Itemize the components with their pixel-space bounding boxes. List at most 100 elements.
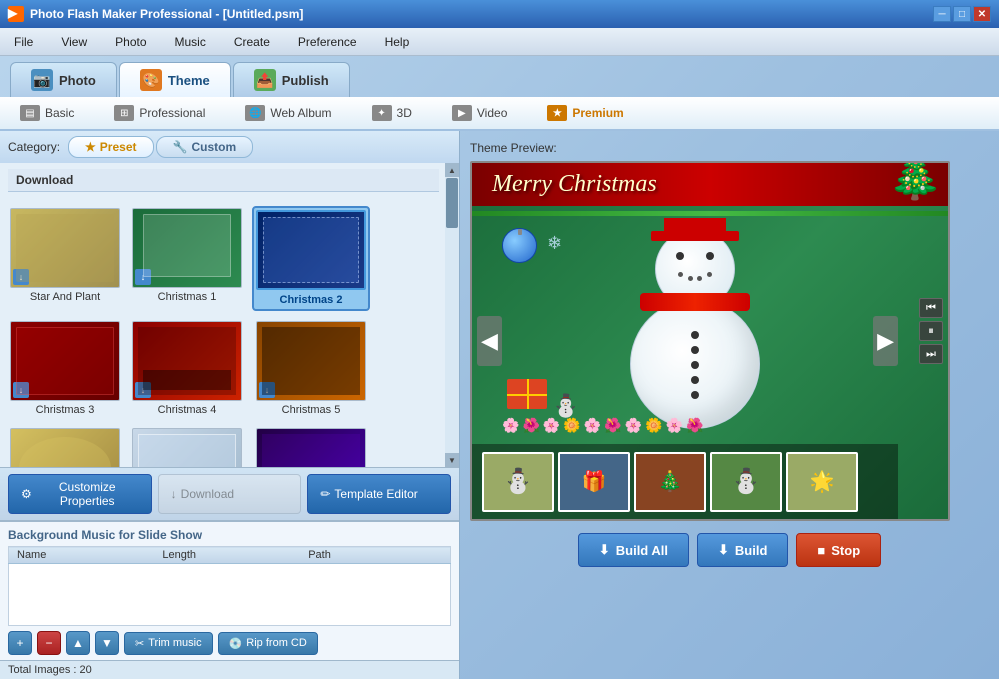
webalbum-icon: 🌐 xyxy=(245,105,265,121)
theme-item-row3a[interactable]: ↓ xyxy=(8,426,122,467)
star-icon: ★ xyxy=(85,140,96,154)
download-button[interactable]: ↓ Download xyxy=(158,474,302,514)
theme-thumb-row3b: ↓ xyxy=(132,428,242,467)
custom-tab[interactable]: 🔧 Custom xyxy=(156,136,254,158)
video-icon: ▶ xyxy=(452,105,472,121)
window-title: Photo Flash Maker Professional - [Untitl… xyxy=(30,7,933,21)
menu-music[interactable]: Music xyxy=(169,33,212,51)
add-music-button[interactable]: + xyxy=(8,631,32,655)
snowman-smile-2 xyxy=(688,276,693,281)
theme-item-star[interactable]: ↓ Star And Plant xyxy=(8,206,122,311)
body-button-2 xyxy=(691,346,699,354)
template-editor-button[interactable]: ✏ Template Editor xyxy=(307,474,451,514)
minimize-button[interactable]: ─ xyxy=(933,6,951,22)
theme-item-xmas1[interactable]: ↓ Christmas 1 xyxy=(130,206,244,311)
preset-tab[interactable]: ★ Preset xyxy=(68,136,153,158)
photo-thumb-1: ⛄ xyxy=(482,452,554,512)
3d-icon: ✦ xyxy=(372,105,392,121)
photo-thumb-5: 🌟 xyxy=(786,452,858,512)
theme-thumb-star: ↓ xyxy=(10,208,120,288)
preview-container: Merry Christmas 🎄 xyxy=(470,161,950,521)
theme-item-xmas5[interactable]: ↓ Christmas 5 xyxy=(252,319,370,418)
move-up-music-button[interactable]: ▲ xyxy=(66,631,90,655)
music-table: Name Length Path xyxy=(8,546,451,626)
snowman-hat-brim xyxy=(651,231,739,241)
customize-properties-button[interactable]: ⚙ Customize Properties xyxy=(8,474,152,514)
wrench-icon: 🔧 xyxy=(173,140,188,154)
theme-thumb-row3a: ↓ xyxy=(10,428,120,467)
build-button[interactable]: ⬇ Build xyxy=(697,533,788,567)
music-section-title: Background Music for Slide Show xyxy=(8,528,451,542)
basic-icon: ▤ xyxy=(20,105,40,121)
snowman-scarf xyxy=(640,293,750,311)
theme-item-xmas4[interactable]: ↓ Christmas 4 xyxy=(130,319,244,418)
trim-label: Trim music xyxy=(148,637,201,649)
subnav-basic[interactable]: ▤ Basic xyxy=(10,101,84,125)
scroll-up-btn[interactable]: ▲ xyxy=(445,163,459,177)
preview-title: Merry Christmas xyxy=(492,171,657,197)
scroll-down-btn[interactable]: ▼ xyxy=(445,453,459,467)
build-icon: ⬇ xyxy=(718,542,729,558)
preview-label: Theme Preview: xyxy=(470,141,557,155)
menu-preference[interactable]: Preference xyxy=(292,33,363,51)
subnav-webalbum[interactable]: 🌐 Web Album xyxy=(235,101,341,125)
tab-theme[interactable]: 🎨 Theme xyxy=(119,62,231,97)
skip-last-btn[interactable]: ⏭ xyxy=(919,344,943,364)
skip-first-btn[interactable]: ⏮ xyxy=(919,298,943,318)
subnav-3d[interactable]: ✦ 3D xyxy=(362,101,422,125)
move-down-music-button[interactable]: ▼ xyxy=(95,631,119,655)
rip-cd-button[interactable]: 💿 Rip from CD xyxy=(218,632,318,655)
theme-name-xmas2: Christmas 2 xyxy=(276,293,347,307)
build-all-button[interactable]: ⬇ Build All xyxy=(578,533,689,567)
tab-photo[interactable]: 📷 Photo xyxy=(10,62,117,97)
publish-tab-icon: 📤 xyxy=(254,69,276,91)
main-content: 📷 Photo 🎨 Theme 📤 Publish ▤ Basic ⊞ Prof… xyxy=(0,56,999,679)
download-icon: ↓ xyxy=(171,487,177,501)
customize-label: Customize Properties xyxy=(36,480,139,508)
theme-item-row3b[interactable]: ↓ xyxy=(130,426,244,467)
tab-publish[interactable]: 📤 Publish xyxy=(233,62,350,97)
theme-name-star: Star And Plant xyxy=(30,291,100,303)
menu-help[interactable]: Help xyxy=(379,33,416,51)
subnav-video[interactable]: ▶ Video xyxy=(442,101,517,125)
theme-name-xmas5: Christmas 5 xyxy=(282,404,341,416)
total-images-label: Total Images : 20 xyxy=(8,664,92,676)
theme-tab-icon: 🎨 xyxy=(140,69,162,91)
subnav-webalbum-label: Web Album xyxy=(270,106,331,120)
theme-item-xmas2[interactable]: Christmas 2 xyxy=(252,206,370,311)
music-section: Background Music for Slide Show Name Len… xyxy=(0,520,459,660)
subnav-basic-label: Basic xyxy=(45,106,74,120)
stop-button[interactable]: ■ Stop xyxy=(796,533,881,567)
body-button-3 xyxy=(691,361,699,369)
premium-icon: ★ xyxy=(547,105,567,121)
tab-photo-label: Photo xyxy=(59,73,96,88)
theme-item-row3c[interactable]: ↓ xyxy=(252,426,370,467)
preview-next-arrow[interactable]: ▶ xyxy=(873,316,898,366)
menu-photo[interactable]: Photo xyxy=(109,33,152,51)
preview-prev-arrow[interactable]: ◀ xyxy=(477,316,502,366)
menu-file[interactable]: File xyxy=(8,33,39,51)
scrollbar[interactable]: ▲ ▼ xyxy=(445,163,459,467)
scroll-thumb[interactable] xyxy=(446,178,458,228)
subnav-professional[interactable]: ⊞ Professional xyxy=(104,101,215,125)
trim-music-button[interactable]: ✂ Trim music xyxy=(124,632,213,655)
category-label: Category: xyxy=(8,140,60,154)
subnav-premium-label: Premium xyxy=(572,106,623,120)
theme-item-xmas3[interactable]: ↓ Christmas 3 xyxy=(8,319,122,418)
snowman-smile-3 xyxy=(697,276,702,281)
snowman-smile-4 xyxy=(707,272,712,277)
snowflake-1: ❄ xyxy=(547,233,562,254)
remove-music-button[interactable]: − xyxy=(37,631,61,655)
restore-button[interactable]: □ xyxy=(953,6,971,22)
theme-grid: Download ↓ Star And Plant xyxy=(0,163,445,467)
subnav-premium[interactable]: ★ Premium xyxy=(537,101,633,125)
cd-icon: 💿 xyxy=(229,637,243,650)
close-button[interactable]: ✕ xyxy=(973,6,991,22)
preset-label: Preset xyxy=(100,140,137,154)
menu-view[interactable]: View xyxy=(55,33,93,51)
photo-tab-icon: 📷 xyxy=(31,69,53,91)
theme-name-xmas4: Christmas 4 xyxy=(158,404,217,416)
play-pause-btn[interactable]: ⏸ xyxy=(919,321,943,341)
menu-create[interactable]: Create xyxy=(228,33,276,51)
theme-thumb-xmas2 xyxy=(256,210,366,290)
